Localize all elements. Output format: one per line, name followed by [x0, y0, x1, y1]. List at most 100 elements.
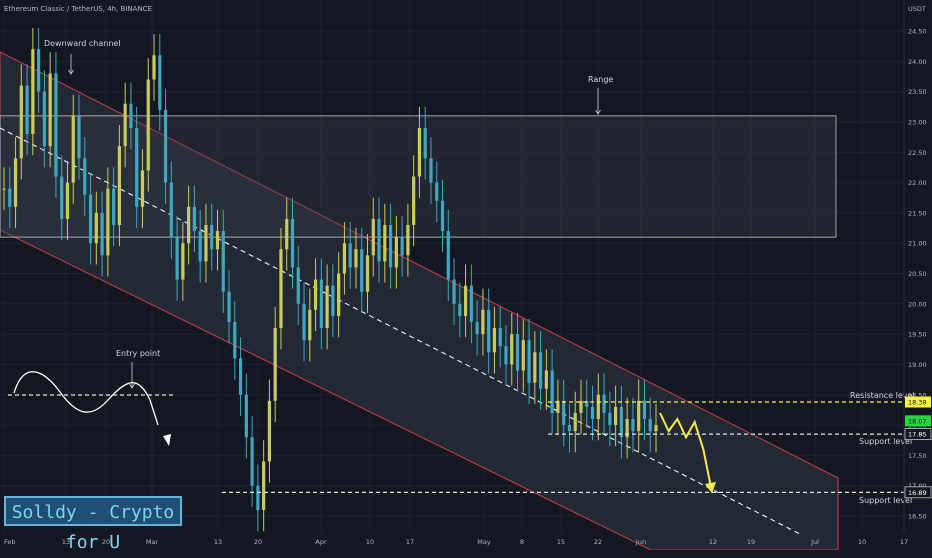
x-tick-label: Mar — [146, 538, 159, 546]
candle-body — [492, 328, 497, 353]
x-tick-label: 15 — [557, 538, 565, 546]
candle-body — [77, 115, 81, 159]
candle-body — [481, 309, 485, 335]
candle-body — [296, 267, 300, 304]
candle-body — [452, 279, 456, 304]
candle-body — [631, 419, 635, 432]
range-label: Range — [588, 75, 613, 84]
candle-body — [250, 437, 254, 486]
candle-body — [117, 146, 121, 225]
candle-body — [83, 158, 87, 195]
y-tick-label: 24.00 — [908, 58, 927, 66]
candle-body — [377, 218, 381, 262]
candle-body — [429, 158, 433, 183]
candle-body — [262, 461, 266, 510]
candle-body — [8, 188, 12, 207]
candle-body — [227, 291, 231, 322]
candle-body — [394, 237, 398, 268]
candle-body — [319, 279, 323, 329]
candle-body — [365, 255, 370, 292]
candle-body — [112, 188, 116, 225]
candle-body — [400, 237, 404, 256]
candle-body — [290, 218, 295, 268]
candle-body — [106, 188, 110, 256]
price-chart[interactable]: Downward channel Range Entry point Resis… — [0, 0, 932, 550]
candle-body — [487, 309, 491, 353]
candle-body — [256, 485, 260, 510]
x-tick-label: 17 — [406, 538, 414, 546]
candle-body — [360, 249, 364, 292]
candle-body — [533, 352, 537, 383]
candle-body — [331, 285, 335, 316]
candle-body — [221, 231, 225, 292]
y-tick-label: 20.00 — [908, 300, 927, 308]
candle-body — [146, 79, 150, 171]
candle-body — [302, 303, 306, 341]
candle-body — [383, 225, 387, 262]
candle-body — [267, 400, 272, 462]
candle-body — [435, 182, 439, 201]
candle-body — [337, 273, 341, 316]
candle-body — [204, 225, 208, 262]
candle-body — [463, 285, 468, 316]
candle-body — [13, 158, 18, 207]
y-tick-label: 20.50 — [908, 270, 927, 278]
price-tag-label: 16.89 — [908, 489, 927, 497]
candle-body — [325, 285, 329, 329]
candle-body — [544, 370, 548, 389]
x-tick-label: 10 — [366, 538, 374, 546]
x-tick-label: May — [477, 538, 491, 546]
x-tick-label: 17 — [900, 538, 908, 546]
candle-body — [313, 279, 318, 310]
candle-body — [215, 231, 220, 250]
candle-body — [192, 206, 197, 232]
candle-body — [71, 115, 75, 183]
candle-body — [637, 400, 641, 432]
candle-body — [342, 243, 347, 274]
entry-point-label: Entry point — [116, 349, 160, 358]
candle-body — [129, 103, 133, 128]
candle-body — [140, 170, 145, 207]
candle-body — [210, 225, 214, 250]
y-tick-label: 23.00 — [908, 118, 927, 126]
candle-body — [527, 340, 531, 383]
candle-body — [648, 419, 652, 432]
candle-body — [406, 225, 410, 256]
candle-body — [504, 346, 508, 365]
candle-body — [573, 412, 577, 432]
candle-body — [279, 249, 283, 329]
y-tick-label: 22.50 — [908, 149, 927, 157]
price-tag-label: 18.07 — [908, 417, 927, 425]
x-tick-label: Feb — [4, 538, 16, 546]
watermark-logo: Solldy - Crypto for U — [4, 496, 182, 553]
candle-body — [446, 231, 450, 280]
price-axis-unit: USDT — [908, 5, 926, 13]
candle-body — [48, 73, 52, 147]
candle-body — [2, 188, 6, 190]
candle-body — [567, 425, 572, 432]
y-tick-label: 21.00 — [908, 240, 927, 248]
candle-body — [60, 176, 64, 219]
candle-body — [654, 425, 658, 432]
candle-body — [388, 225, 393, 268]
candle-body — [602, 394, 606, 413]
candle-body — [417, 128, 422, 177]
candle-body — [475, 322, 479, 335]
candle-body — [175, 237, 179, 280]
candle-body — [163, 109, 168, 183]
x-tick-label: 20 — [254, 538, 262, 546]
candle-body — [642, 400, 647, 419]
candle-body — [100, 212, 104, 256]
candle-body — [412, 176, 416, 225]
x-tick-label: 19 — [747, 538, 755, 546]
candle-body — [371, 218, 375, 256]
y-tick-label: 19.00 — [908, 361, 927, 369]
candle-body — [25, 85, 29, 135]
candle-body — [550, 370, 554, 413]
candle-body — [596, 394, 600, 419]
candle-body — [510, 334, 514, 365]
candle-body — [562, 400, 566, 426]
candle-body — [123, 103, 127, 147]
candle-body — [238, 358, 243, 395]
price-tag-label: 18.38 — [908, 399, 927, 407]
